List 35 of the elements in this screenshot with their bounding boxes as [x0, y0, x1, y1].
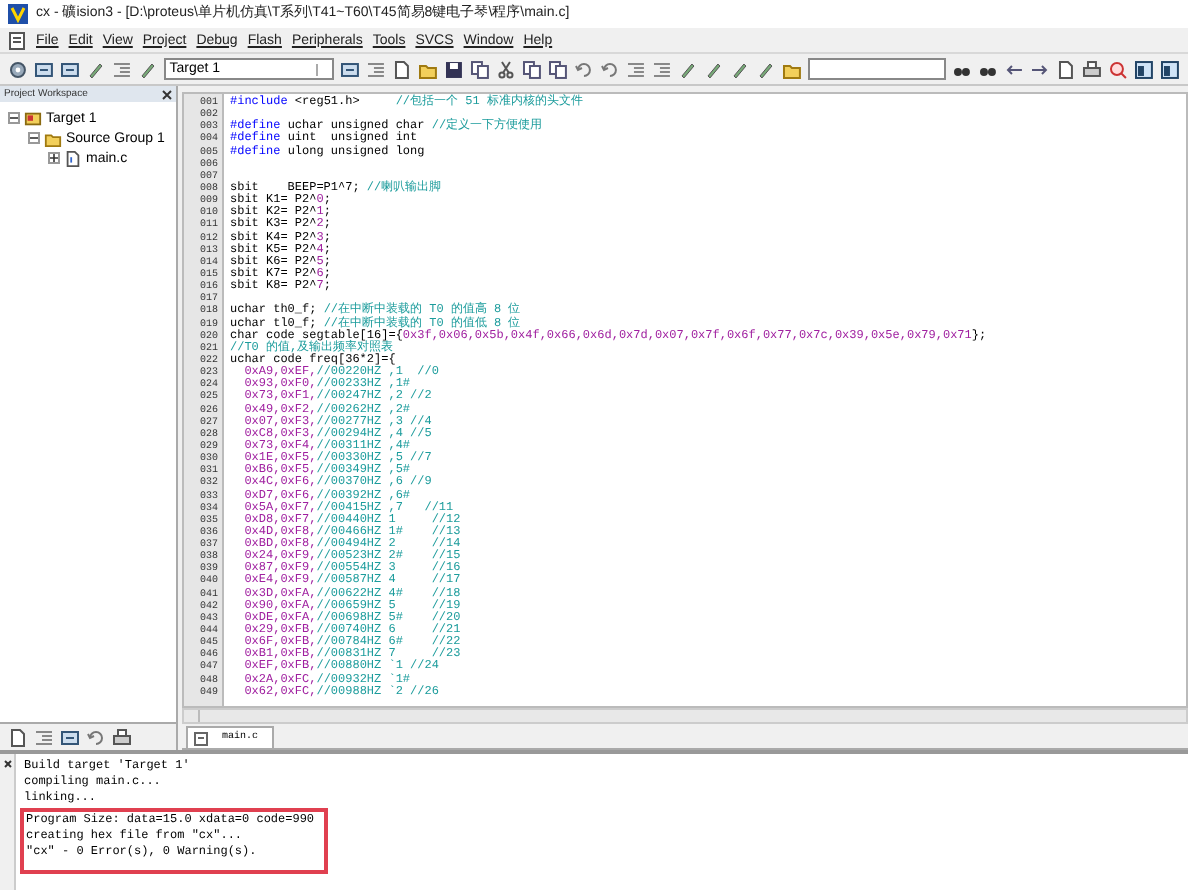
list-icon[interactable]	[366, 59, 387, 79]
document-icon	[8, 31, 26, 49]
close-icon[interactable]	[3, 760, 11, 768]
copy-icon[interactable]	[522, 59, 543, 79]
find-field[interactable]	[807, 58, 947, 80]
search-icon[interactable]	[1107, 59, 1128, 79]
pen-icon[interactable]	[85, 59, 106, 79]
paste-icon[interactable]	[548, 59, 568, 79]
indent-icon[interactable]	[625, 59, 646, 79]
pen-icon[interactable]	[137, 59, 158, 79]
folder-icon[interactable]	[781, 59, 802, 79]
cut-icon[interactable]	[496, 59, 517, 79]
files-tab-icon[interactable]	[8, 727, 28, 747]
save-icon[interactable]	[444, 59, 465, 79]
document-icon[interactable]	[1056, 59, 1077, 79]
document-icon[interactable]	[392, 59, 413, 79]
forward-icon[interactable]	[1030, 59, 1051, 79]
window-icon[interactable]	[59, 59, 80, 79]
folder-icon	[24, 109, 42, 127]
print-icon[interactable]	[1082, 59, 1102, 79]
outdent-icon[interactable]	[651, 59, 672, 79]
file-icon	[194, 731, 208, 745]
folder-icon	[44, 129, 62, 147]
expander-icon[interactable]	[28, 132, 40, 144]
list-icon[interactable]	[111, 59, 132, 79]
undo-icon[interactable]	[573, 59, 594, 79]
close-icon[interactable]	[162, 89, 172, 99]
window-icon[interactable]	[1133, 59, 1154, 79]
window-icon[interactable]	[33, 59, 54, 79]
app-icon	[8, 4, 28, 24]
expander-icon[interactable]	[8, 112, 20, 124]
copy-icon[interactable]	[470, 59, 491, 79]
file-icon	[64, 149, 82, 167]
window-icon[interactable]	[1159, 59, 1180, 79]
expander-icon[interactable]	[48, 152, 60, 164]
